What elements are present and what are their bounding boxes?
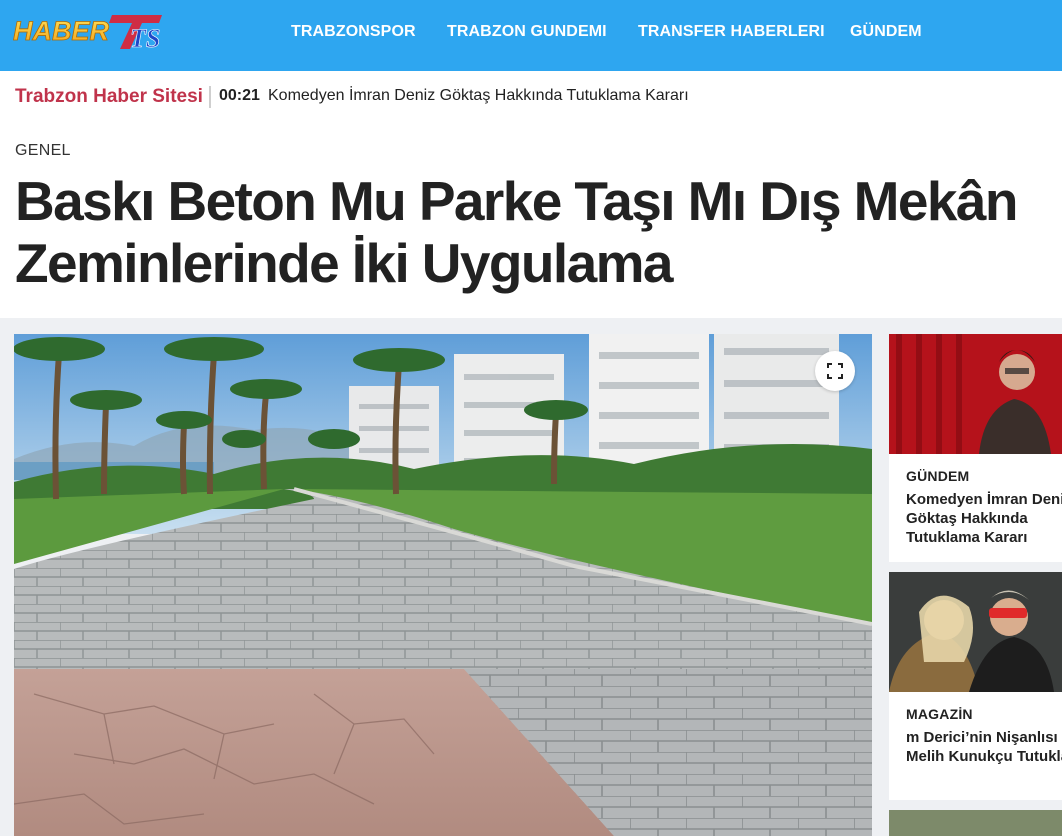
nav-item-trabzon-gundemi[interactable]: TRABZON GUNDEMI — [447, 22, 607, 42]
main-nav: TRABZONSPOR TRABZON GUNDEMI TRANSFER HAB… — [0, 0, 1062, 71]
card-category: GÜNDEM — [906, 468, 970, 484]
expand-icon — [827, 363, 843, 379]
card-category: MAGAZİN — [906, 706, 973, 722]
card-title[interactable]: Komedyen İmran Deniz Göktaş Hakkında Tut… — [906, 490, 1062, 547]
ticker-divider — [209, 86, 211, 108]
card-thumbnail — [889, 810, 1062, 836]
article-title: Baskı Beton Mu Parke Taşı Mı Dış Mekân Z… — [15, 170, 1018, 294]
sidebar-news-card[interactable]: MAGAZİN m Derici’nin Nişanlısı Melih Kun… — [889, 572, 1062, 800]
sidebar-news-card[interactable]: GÜNDEM Komedyen İmran Deniz Göktaş Hakkı… — [889, 334, 1062, 562]
article-category[interactable]: GENEL — [15, 142, 71, 160]
fullscreen-button[interactable] — [815, 351, 855, 391]
card-thumbnail — [889, 334, 1062, 454]
nav-item-transfer-haberleri[interactable]: TRANSFER HABERLERI — [638, 22, 825, 42]
ticker-headline-link[interactable]: Komedyen İmran Deniz Göktaş Hakkında Tut… — [268, 87, 689, 105]
news-ticker: Trabzon Haber Sitesi 00:21 Komedyen İmra… — [0, 71, 1062, 123]
nav-item-trabzonspor[interactable]: TRABZONSPOR — [291, 22, 416, 42]
card-title[interactable]: m Derici’nin Nişanlısı Melih Kunukçu Tut… — [906, 728, 1062, 766]
card-thumbnail — [889, 572, 1062, 692]
hero-image — [14, 334, 872, 836]
ticker-time: 00:21 — [219, 87, 260, 104]
nav-item-gundem[interactable]: GÜNDEM — [850, 22, 922, 42]
top-navigation-bar: HABER TS TRABZONSPOR TRABZON GUNDEMI TRA… — [0, 0, 1062, 71]
ticker-site-name: Trabzon Haber Sitesi — [15, 86, 203, 107]
sidebar-news-card[interactable] — [889, 810, 1062, 836]
